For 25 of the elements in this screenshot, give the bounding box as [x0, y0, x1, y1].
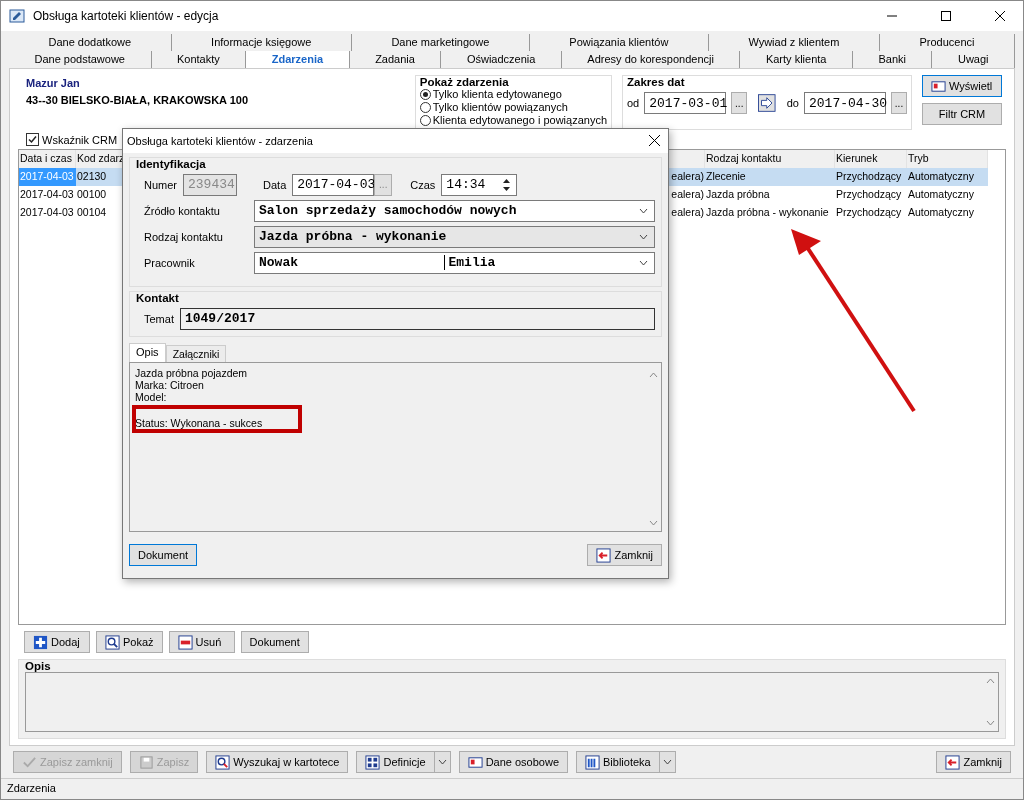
- memo-line: Model:: [135, 391, 168, 404]
- client-name: Mazur Jan: [26, 77, 81, 89]
- table-cell: Automatyczny: [907, 168, 988, 186]
- to-label: do: [786, 97, 799, 109]
- from-label: od: [627, 97, 640, 109]
- checkbox-label: Wskaźnik CRM: [42, 133, 118, 146]
- group-title: Kontakt: [136, 291, 180, 304]
- group-title: Opis: [25, 660, 52, 672]
- client-address: 43--30 BIELSKO-BIAŁA, KRAKOWSKA 100: [26, 94, 250, 106]
- table-cell: Zlecenie: [705, 168, 835, 186]
- window-title: Obsługa kartoteki klientów - edycja: [33, 9, 220, 23]
- field-label: Pracownik: [143, 256, 196, 269]
- group-title: Pokaż zdarzenia: [419, 76, 510, 88]
- field-label: Rodzaj kontaktu: [143, 230, 224, 243]
- number-field: 239434: [183, 173, 237, 196]
- group-title: Zakres dat: [627, 76, 686, 88]
- memo-line: Jazda próbna pojazdem: [135, 366, 249, 380]
- memo-line: Status: Wykonana - sukces: [135, 416, 264, 429]
- group-title: Identyfikacja: [136, 157, 207, 170]
- table-cell: Przychodzący: [835, 168, 907, 186]
- table-cell: 2017-04-03: [19, 168, 76, 186]
- status-text: Zdarzenia: [7, 782, 56, 794]
- memo-line: Marka: Citroen: [135, 379, 205, 392]
- dialog-title: Obsługa kartoteki klientów - zdarzenia: [127, 134, 313, 147]
- field-label: Temat: [143, 312, 174, 325]
